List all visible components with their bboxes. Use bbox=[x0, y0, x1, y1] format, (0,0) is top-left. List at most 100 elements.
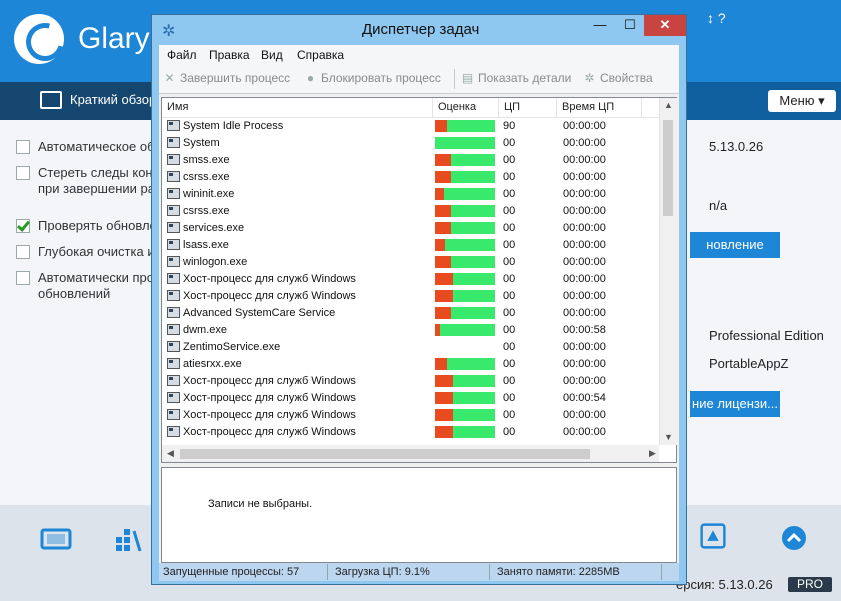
checkbox[interactable] bbox=[16, 245, 30, 259]
status-bar: Запущенные процессы: 57 Загрузка ЦП: 9.1… bbox=[159, 563, 679, 581]
process-icon bbox=[167, 392, 180, 403]
menu-button[interactable]: Меню ▾ bbox=[768, 90, 836, 112]
option-erase-traces[interactable]: Стереть следы конф при завершении раб bbox=[16, 165, 163, 197]
process-row[interactable]: csrss.exe 00 00:00:00 bbox=[162, 203, 659, 220]
menu-edit[interactable]: Правка bbox=[209, 48, 250, 62]
details-empty-text: Записи не выбраны. bbox=[208, 498, 313, 510]
column-cpu-time[interactable]: Время ЦП bbox=[557, 98, 642, 117]
process-cpu: 00 bbox=[503, 239, 516, 251]
process-name: dwm.exe bbox=[183, 324, 228, 336]
scroll-up-icon[interactable] bbox=[778, 525, 810, 551]
end-process-button[interactable]: ✕ Завершить процесс bbox=[163, 71, 290, 85]
rating-bar-fill bbox=[435, 426, 453, 438]
scroll-left-arrow-icon[interactable]: ◀ bbox=[162, 448, 179, 459]
cleaner-tool-icon[interactable] bbox=[114, 527, 146, 553]
option-check-updates[interactable]: Проверять обновле bbox=[16, 218, 157, 234]
horizontal-scroll-thumb[interactable] bbox=[180, 449, 590, 459]
menu-file[interactable]: Файл bbox=[167, 48, 197, 62]
minimize-button[interactable]: — bbox=[584, 15, 616, 36]
process-row[interactable]: lsass.exe 00 00:00:00 bbox=[162, 237, 659, 254]
top-controls[interactable]: ↕ ? bbox=[707, 10, 726, 26]
process-name: lsass.exe bbox=[183, 239, 229, 251]
process-cpu-time: 00:00:00 bbox=[563, 137, 606, 149]
rating-bar bbox=[435, 137, 495, 149]
process-row[interactable]: dwm.exe 00 00:00:58 bbox=[162, 322, 659, 339]
vertical-scroll-thumb[interactable] bbox=[663, 120, 673, 216]
process-row[interactable]: Хост-процесс для служб Windows 00 00:00:00 bbox=[162, 407, 659, 424]
rating-bar bbox=[435, 290, 495, 302]
process-name: services.exe bbox=[183, 222, 245, 234]
scroll-down-arrow-icon[interactable]: ▼ bbox=[660, 432, 677, 442]
process-row[interactable]: smss.exe 00 00:00:00 bbox=[162, 152, 659, 169]
block-process-button[interactable]: ● Блокировать процесс bbox=[304, 71, 441, 85]
vertical-scrollbar[interactable]: ▲ ▼ bbox=[659, 98, 677, 445]
checkbox[interactable] bbox=[16, 166, 30, 180]
scroll-right-arrow-icon[interactable]: ▶ bbox=[644, 448, 661, 459]
rating-bar bbox=[435, 256, 495, 268]
rating-bar bbox=[435, 188, 495, 200]
checkbox-checked[interactable] bbox=[16, 219, 30, 233]
screen-tool-icon[interactable] bbox=[40, 527, 72, 553]
menu-help[interactable]: Справка bbox=[297, 48, 344, 62]
process-name: wininit.exe bbox=[183, 188, 235, 200]
maximize-button[interactable]: ☐ bbox=[616, 15, 644, 36]
process-row[interactable]: services.exe 00 00:00:00 bbox=[162, 220, 659, 237]
license-button[interactable]: ние лицензи... bbox=[690, 391, 780, 417]
process-row[interactable]: System Idle Process 90 00:00:00 bbox=[162, 118, 659, 135]
checkbox[interactable] bbox=[16, 271, 30, 285]
process-row[interactable]: csrss.exe 00 00:00:00 bbox=[162, 169, 659, 186]
update-button[interactable]: новление bbox=[690, 232, 780, 258]
show-details-button[interactable]: ▤ Показать детали bbox=[461, 71, 572, 85]
process-name: csrss.exe bbox=[183, 205, 230, 217]
process-row[interactable]: Хост-процесс для служб Windows 00 00:00:54 bbox=[162, 390, 659, 407]
option-deep-clean[interactable]: Глубокая очистка и bbox=[16, 244, 155, 260]
process-row[interactable]: ZentimoService.exe 00 00:00:00 bbox=[162, 339, 659, 356]
process-name: Хост-процесс для служб Windows bbox=[183, 392, 356, 404]
tab-overview-label: Краткий обзор bbox=[70, 92, 157, 107]
process-row[interactable]: wininit.exe 00 00:00:00 bbox=[162, 186, 659, 203]
option-auto-update[interactable]: Автоматически про обновлений bbox=[16, 270, 154, 302]
scroll-up-arrow-icon[interactable]: ▲ bbox=[660, 100, 677, 110]
process-cpu-time: 00:00:00 bbox=[563, 307, 606, 319]
process-cpu-time: 00:00:00 bbox=[563, 256, 606, 268]
process-cpu: 00 bbox=[503, 409, 516, 421]
process-row[interactable]: Advanced SystemCare Service 00 00:00:00 bbox=[162, 305, 659, 322]
horizontal-scrollbar[interactable]: ◀ ▶ bbox=[162, 445, 659, 462]
process-row[interactable]: Хост-процесс для служб Windows 00 00:00:00 bbox=[162, 424, 659, 441]
rating-bar bbox=[435, 358, 495, 370]
end-process-icon: ✕ bbox=[164, 70, 175, 85]
checkbox[interactable] bbox=[16, 140, 30, 154]
toolbar-separator bbox=[454, 69, 455, 89]
column-cpu[interactable]: ЦП bbox=[499, 98, 557, 117]
process-list[interactable]: Имя Оценка ЦП Время ЦП System Idle Proce… bbox=[161, 97, 677, 463]
rating-bar bbox=[435, 222, 495, 234]
process-cpu-time: 00:00:00 bbox=[563, 273, 606, 285]
process-icon bbox=[167, 273, 180, 284]
gear-icon[interactable]: ✲ bbox=[162, 21, 175, 41]
app-logo-icon bbox=[14, 14, 64, 64]
process-icon bbox=[167, 341, 180, 352]
process-row[interactable]: atiesrxx.exe 00 00:00:00 bbox=[162, 356, 659, 373]
rating-bar bbox=[435, 273, 495, 285]
rating-bar bbox=[435, 307, 495, 319]
rating-bar-fill bbox=[435, 154, 451, 166]
process-row[interactable]: Хост-процесс для служб Windows 00 00:00:00 bbox=[162, 373, 659, 390]
process-icon bbox=[167, 358, 180, 369]
process-cpu: 00 bbox=[503, 290, 516, 302]
process-icon bbox=[167, 205, 180, 216]
column-name[interactable]: Имя bbox=[162, 98, 433, 117]
process-row[interactable]: Хост-процесс для служб Windows 00 00:00:00 bbox=[162, 288, 659, 305]
process-row[interactable]: System 00 00:00:00 bbox=[162, 135, 659, 152]
column-rating[interactable]: Оценка bbox=[433, 98, 499, 117]
process-row[interactable]: Хост-процесс для служб Windows 00 00:00:00 bbox=[162, 271, 659, 288]
block-process-label: Блокировать процесс bbox=[321, 71, 441, 85]
option-auto-start[interactable]: Автоматическое об bbox=[16, 139, 155, 155]
properties-button[interactable]: ✲ Свойства bbox=[583, 71, 652, 85]
rating-bar bbox=[435, 409, 495, 421]
menu-view[interactable]: Вид bbox=[261, 48, 283, 62]
process-row[interactable]: winlogon.exe 00 00:00:00 bbox=[162, 254, 659, 271]
rating-bar-fill bbox=[435, 375, 453, 387]
close-button[interactable]: ✕ bbox=[644, 15, 686, 36]
registry-tool-icon[interactable] bbox=[697, 523, 729, 549]
process-cpu: 00 bbox=[503, 273, 516, 285]
